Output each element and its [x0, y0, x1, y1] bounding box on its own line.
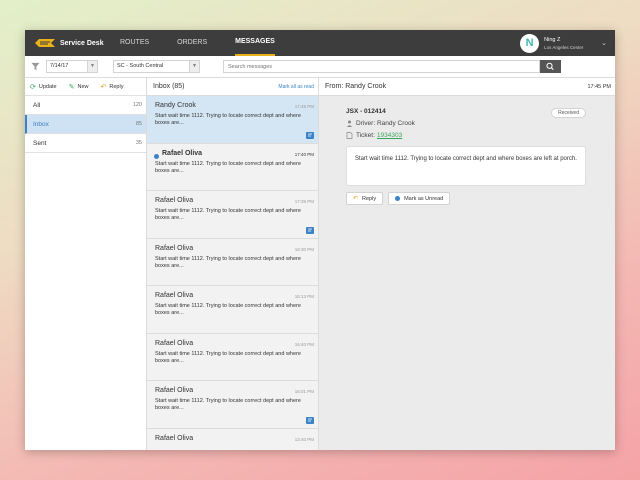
sender-name: Rafael Oliva: [155, 339, 194, 347]
app-title: Service Desk: [60, 39, 104, 47]
reply-icon: ↶: [353, 196, 359, 202]
mark-unread-button[interactable]: Mark as Unread: [388, 192, 451, 205]
sender-name: Randy Crook: [155, 102, 196, 109]
avatar[interactable]: N: [520, 33, 540, 53]
search-icon: [546, 62, 554, 70]
list-item[interactable]: Rafael Oliva 16:30 PM Start wait time 11…: [147, 238, 318, 286]
message-detail: JSX - 012414 Received Driver: Randy Croo…: [346, 108, 586, 205]
message-list-panel: Inbox (85) Mark all as read Randy Crook …: [147, 78, 319, 450]
sender-name: Rafael Oliva: [155, 434, 194, 442]
driver-row: Driver: Randy Crook: [346, 120, 586, 127]
compose-icon: ✎: [68, 83, 75, 91]
reply-icon: ↶: [100, 83, 107, 91]
message-time: 16:40 PM: [294, 341, 314, 347]
detail-header: From: Randy Crook 17:45 PM: [319, 78, 615, 96]
mark-all-read-link[interactable]: Mark all as read: [278, 84, 314, 90]
list-item[interactable]: Rafael Oliva 17:35 PM Start wait time 11…: [147, 191, 318, 239]
inbox-title: Inbox (85): [153, 83, 185, 90]
message-preview: Start wait time 1112. Trying to locate c…: [155, 255, 301, 269]
user-location: Los Angeles Center: [544, 44, 584, 50]
person-icon: [346, 120, 353, 127]
list-item[interactable]: Rafael Oliva 13:40 PM: [147, 428, 318, 450]
folder-inbox[interactable]: Inbox 85: [25, 115, 146, 134]
new-button[interactable]: ✎ New: [69, 83, 89, 91]
from-label: From: Randy Crook: [325, 83, 387, 90]
message-detail-panel: From: Randy Crook 17:45 PM JSX - 012414 …: [319, 78, 615, 450]
detail-time: 17:45 PM: [587, 83, 611, 90]
folder-count: 35: [135, 140, 142, 146]
message-time: 17:35 PM: [294, 199, 314, 204]
date-value: 7/14/17: [50, 63, 69, 69]
nav-orders[interactable]: ORDERS: [177, 30, 207, 56]
list-item[interactable]: Rafael Oliva 16:40 PM Start wait time 11…: [147, 333, 318, 381]
folders-toolbar: ⟳ Update ✎ New ↶ Reply: [25, 78, 146, 96]
update-button[interactable]: ⟳ Update: [30, 83, 57, 91]
sender-name: Rafael Oliva: [155, 387, 194, 394]
message-time: 16:13 PM: [294, 294, 314, 299]
message-preview: Start wait time 1112. Trying to locate c…: [155, 303, 301, 316]
top-nav-bar: Service Desk ROUTES ORDERS MESSAGES N Ni…: [25, 30, 615, 56]
unread-dot-icon: [395, 196, 401, 201]
user-name: Ning Z: [544, 36, 561, 43]
message-time: 16:01 PM: [294, 389, 314, 394]
nav-routes[interactable]: ROUTES: [120, 30, 149, 56]
list-item[interactable]: Rafael Oliva 16:01 PM Start wait time 11…: [147, 381, 318, 429]
chevron-down-icon: ▼: [87, 61, 97, 72]
folder-sent[interactable]: Sent 35: [25, 134, 146, 153]
date-select[interactable]: 7/14/17 ▼: [46, 60, 98, 73]
message-time: 17:40 PM: [294, 151, 314, 157]
filter-bar: 7/14/17 ▼ SC - South Central ▼: [25, 56, 615, 78]
sender-name: Rafael Oliva: [155, 197, 194, 204]
driver-name: Driver: Randy Crook: [356, 120, 415, 127]
list-item[interactable]: Rafael Oliva 17:40 PM Start wait time 11…: [147, 143, 318, 191]
message-time: 16:30 PM: [294, 246, 314, 252]
message-time: 17:45 PM: [294, 104, 314, 109]
attachment-icon: [306, 226, 314, 234]
list-item[interactable]: Rafael Oliva 16:13 PM Start wait time 11…: [147, 286, 318, 334]
region-value: SC - South Central: [117, 63, 164, 69]
message-body: Start wait time 1112. Trying to locate c…: [346, 146, 586, 186]
app-window: Service Desk ROUTES ORDERS MESSAGES N Ni…: [25, 30, 615, 450]
list-item[interactable]: Randy Crook 17:45 PM Start wait time 111…: [147, 96, 318, 144]
search-input[interactable]: [223, 60, 540, 73]
message-preview: Start wait time 1112. Trying to locate c…: [155, 160, 301, 174]
filter-icon[interactable]: [31, 62, 40, 71]
search-button[interactable]: [540, 60, 561, 73]
folders-panel: ⟳ Update ✎ New ↶ Reply All 120 Inbox 85 …: [25, 78, 147, 450]
nav-messages[interactable]: MESSAGES: [235, 30, 275, 56]
chevron-down-icon: ▼: [189, 61, 199, 72]
message-preview: Start wait time 1112. Trying to locate c…: [155, 208, 301, 221]
region-select[interactable]: SC - South Central ▼: [113, 60, 200, 73]
refresh-icon: ⟳: [30, 83, 36, 91]
folder-count: 120: [132, 102, 142, 108]
job-id: JSX - 012414: [346, 108, 386, 115]
ticket-row: Ticket: 1934303: [346, 132, 586, 139]
message-preview: Start wait time 1112. Trying to locate c…: [155, 398, 301, 411]
message-preview: Start wait time 1112. Trying to locate c…: [155, 113, 301, 126]
ticket-label: Ticket:: [356, 132, 375, 139]
unread-dot-icon: [154, 153, 159, 159]
message-time: 13:40 PM: [294, 436, 314, 442]
message-preview: Start wait time 1112. Trying to locate c…: [155, 350, 301, 364]
folder-all[interactable]: All 120: [25, 96, 146, 115]
document-icon: [346, 132, 353, 139]
attachment-icon: [306, 416, 314, 424]
inbox-header: Inbox (85) Mark all as read: [147, 78, 318, 96]
reply-button[interactable]: ↶ Reply: [346, 192, 384, 205]
chevron-down-icon[interactable]: ⌄: [601, 39, 607, 47]
ticket-link[interactable]: 1934303: [377, 132, 402, 139]
folder-count: 85: [135, 121, 142, 127]
sender-name: Rafael Oliva: [162, 149, 203, 157]
status-badge: Received: [551, 108, 586, 118]
logo-icon: [35, 39, 55, 47]
user-menu[interactable]: N Ning Z Los Angeles Center ⌄: [520, 33, 607, 53]
detail-actions: ↶ Reply Mark as Unread: [346, 192, 586, 205]
attachment-icon: [306, 131, 314, 139]
reply-button[interactable]: ↶ Reply: [101, 83, 124, 91]
sender-name: Rafael Oliva: [155, 292, 194, 299]
sender-name: Rafael Oliva: [155, 244, 194, 252]
